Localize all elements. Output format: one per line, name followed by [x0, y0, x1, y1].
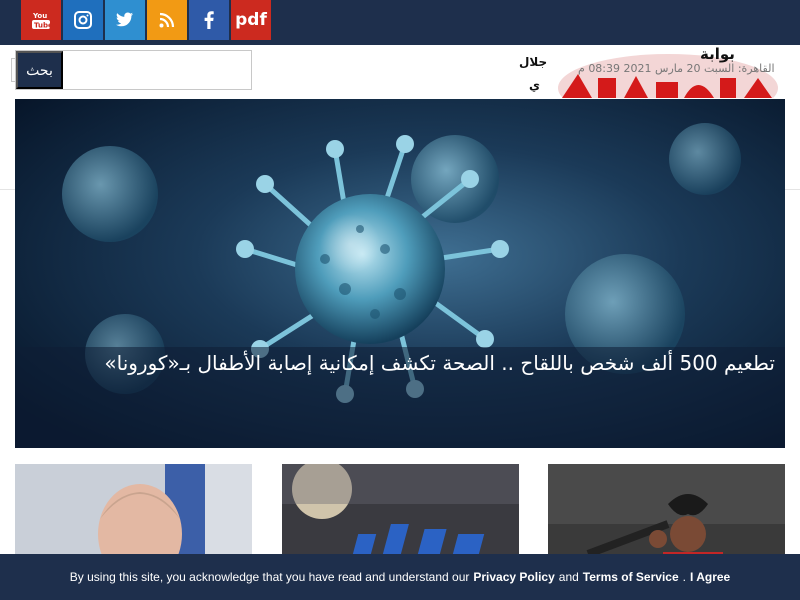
cookie-banner: By using this site, you acknowledge that…	[0, 554, 800, 600]
cookie-dot: .	[682, 570, 686, 584]
privacy-policy-link[interactable]: Privacy Policy	[473, 570, 554, 584]
terms-of-service-link[interactable]: Terms of Service	[583, 570, 679, 584]
hero-article[interactable]: تطعيم 500 ألف شخص باللقاح .. الصحة تكشف …	[15, 99, 785, 448]
search-input[interactable]	[63, 51, 251, 89]
twitter-icon[interactable]	[105, 0, 145, 40]
top-bar: You Tube pdf	[0, 0, 800, 45]
instagram-icon[interactable]	[63, 0, 103, 40]
youtube-icon[interactable]: You Tube	[21, 0, 61, 40]
search-box: بحث	[15, 50, 252, 90]
current-date: القاهرة: السبت 20 مارس 2021 08:39 م	[578, 62, 775, 75]
pdf-button[interactable]: pdf	[231, 0, 271, 40]
search-button[interactable]: بحث	[16, 51, 63, 89]
rss-icon[interactable]	[147, 0, 187, 40]
cookie-and: and	[558, 570, 579, 584]
cookie-text: By using this site, you acknowledge that…	[69, 570, 470, 584]
svg-text:You: You	[32, 12, 47, 20]
logo-word: بوابة	[700, 45, 735, 63]
nav-item-fragment[interactable]: جلال	[519, 55, 547, 69]
nav-item-fragment[interactable]: ي	[529, 78, 540, 92]
hero-title[interactable]: تطعيم 500 ألف شخص باللقاح .. الصحة تكشف …	[104, 351, 775, 375]
agree-button[interactable]: I Agree	[690, 570, 730, 584]
svg-text:Tube: Tube	[34, 22, 50, 30]
facebook-icon[interactable]	[189, 0, 229, 40]
